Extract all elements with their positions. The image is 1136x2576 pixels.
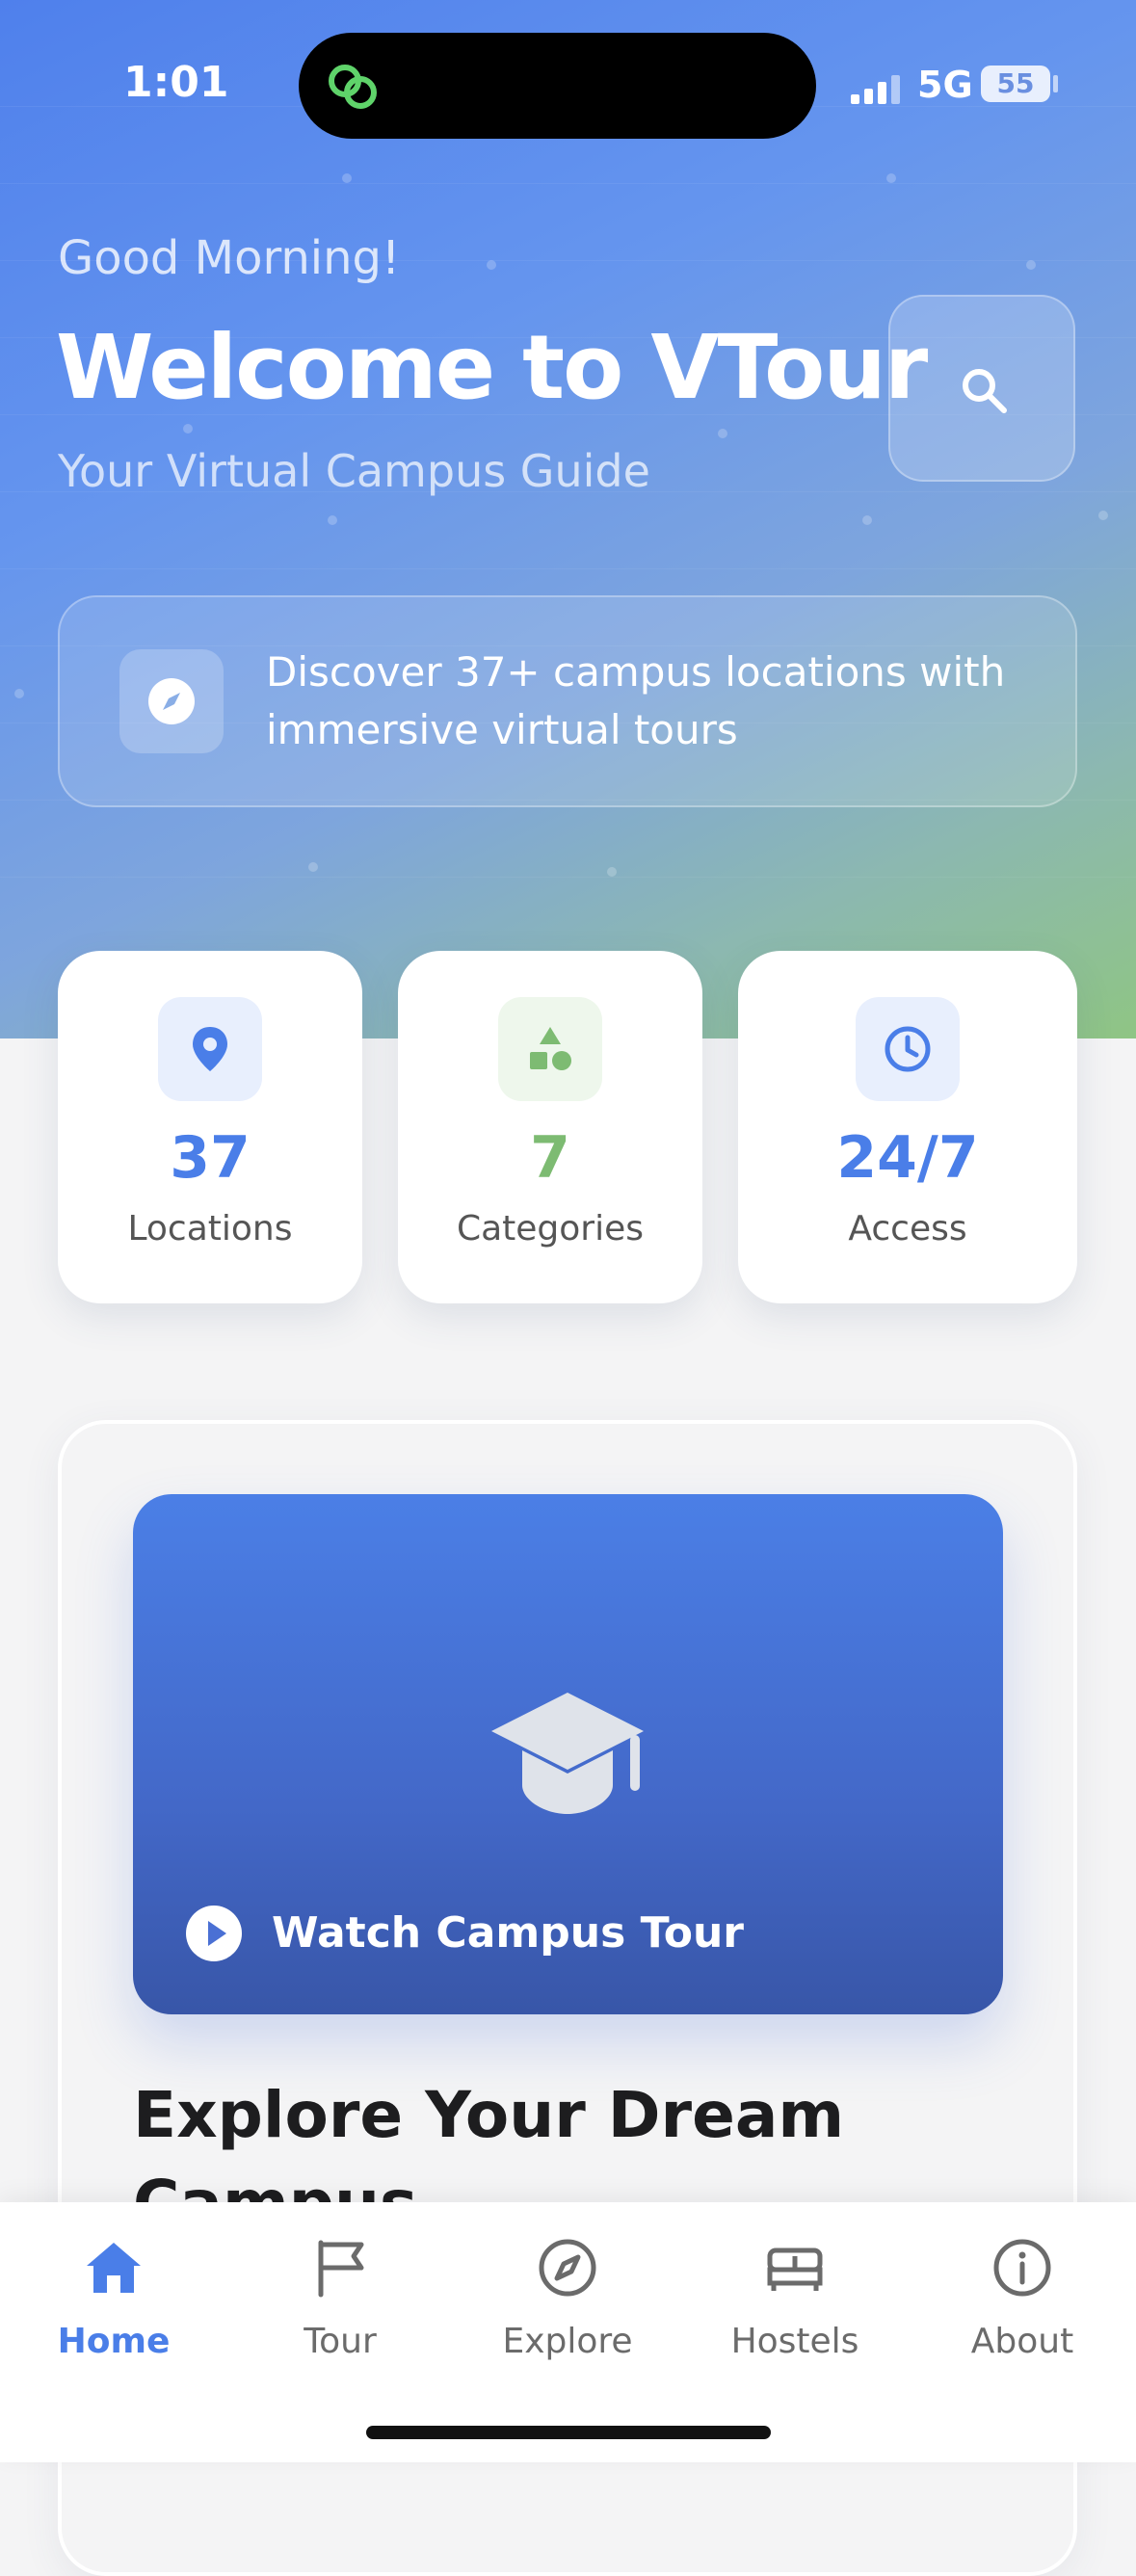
home-indicator <box>366 2426 771 2439</box>
home-icon <box>87 2243 141 2293</box>
battery-tip <box>1053 75 1058 92</box>
network-type: 5G <box>917 64 973 106</box>
tab-label: Hostels <box>730 2322 859 2361</box>
stat-value: 7 <box>530 1124 570 1192</box>
graduation-cap-icon <box>491 1693 644 1814</box>
dynamic-island <box>299 33 816 139</box>
link-app-icon <box>329 65 377 109</box>
stat-icon-box <box>498 997 602 1101</box>
hero-header <box>0 0 1136 1038</box>
compass-icon <box>539 2239 596 2297</box>
info-icon <box>993 2239 1051 2297</box>
tab-tour[interactable]: Tour <box>253 2225 427 2361</box>
stat-value: 37 <box>170 1124 251 1192</box>
campus-tour-video[interactable]: Watch Campus Tour <box>133 1494 1003 2014</box>
page-title: Welcome to VTour <box>56 316 928 419</box>
bed-icon <box>767 2247 823 2291</box>
tab-label: Explore <box>502 2322 633 2361</box>
watch-tour-label: Watch Campus Tour <box>272 1908 744 1958</box>
search-button[interactable] <box>888 295 1075 482</box>
tab-about[interactable]: About <box>936 2225 1109 2361</box>
play-icon <box>186 1906 242 1961</box>
tab-explore[interactable]: Explore <box>481 2225 654 2361</box>
flag-icon <box>318 2240 364 2298</box>
stat-card-locations[interactable]: 37 Locations <box>58 951 362 1303</box>
discover-banner[interactable]: Discover 37+ campus locations with immer… <box>58 595 1077 807</box>
search-icon <box>963 369 1007 413</box>
page-subtitle: Your Virtual Campus Guide <box>58 445 650 497</box>
compass-icon <box>148 678 195 724</box>
stat-icon-box <box>856 997 960 1101</box>
stat-icon-box <box>158 997 262 1101</box>
tab-label: About <box>970 2322 1074 2361</box>
battery-indicator: 55 <box>981 66 1050 102</box>
stat-label: Categories <box>456 1209 645 1249</box>
tab-label: Tour <box>304 2322 377 2361</box>
location-pin-icon <box>193 1027 227 1071</box>
status-time: 1:01 <box>123 58 229 107</box>
tab-hostels[interactable]: Hostels <box>708 2225 882 2361</box>
stat-card-categories[interactable]: 7 Categories <box>398 951 702 1303</box>
bottom-tab-bar: Home Tour Explore Hostels About <box>0 2202 1136 2462</box>
shapes-icon <box>530 1027 571 1070</box>
signal-icon <box>851 75 900 104</box>
stat-card-access[interactable]: 24/7 Access <box>738 951 1077 1303</box>
stat-label: Access <box>848 1209 967 1249</box>
stat-value: 24/7 <box>836 1124 979 1192</box>
stat-label: Locations <box>127 1209 293 1249</box>
tab-home[interactable]: Home <box>27 2225 200 2361</box>
clock-icon <box>885 1026 931 1072</box>
tab-label: Home <box>57 2322 171 2361</box>
greeting-text: Good Morning! <box>58 231 401 285</box>
compass-badge <box>119 649 224 753</box>
discover-text: Discover 37+ campus locations with immer… <box>266 648 1006 753</box>
